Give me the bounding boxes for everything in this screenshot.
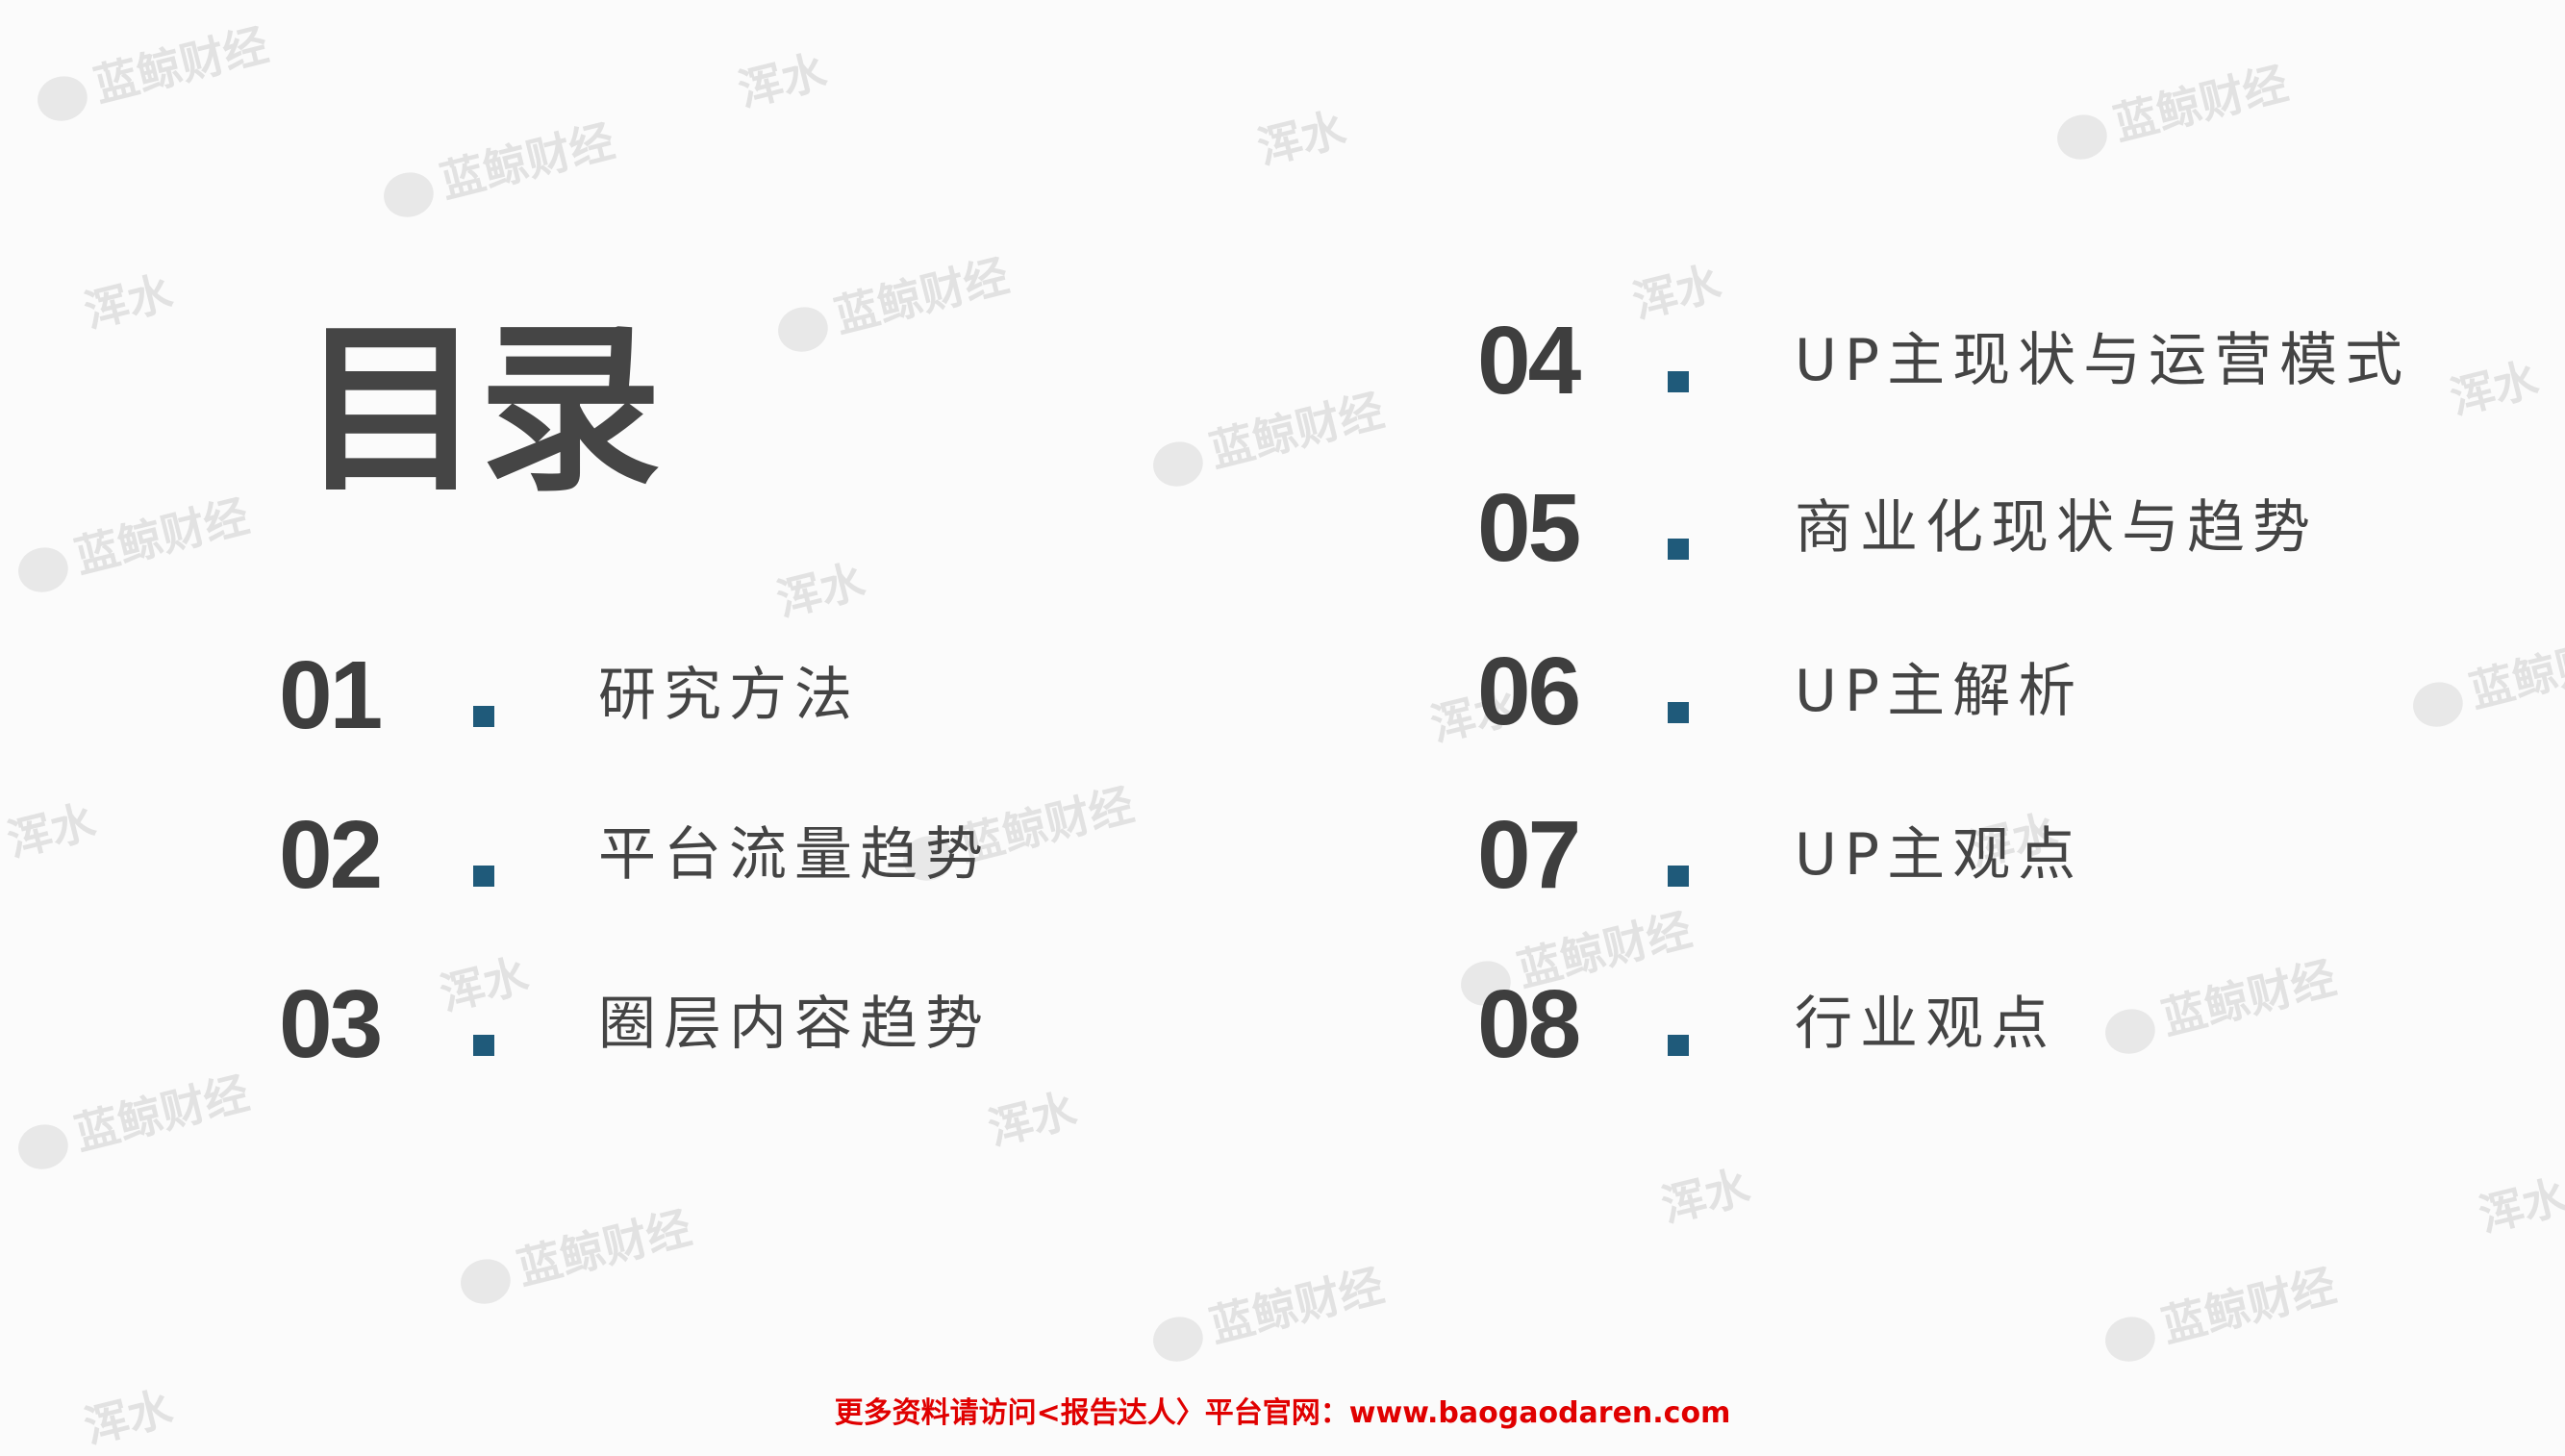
toc-label: 商业化现状与趋势 — [1795, 494, 2318, 562]
toc-item-07[interactable]: 07 UP主观点 — [1477, 802, 2535, 908]
toc-item-08[interactable]: 08 行业观点 — [1477, 971, 2535, 1077]
watermark: 浑水 — [2474, 1169, 2565, 1243]
watermark-logo-icon — [455, 1253, 516, 1309]
toc-item-06[interactable]: 06 UP主解析 — [1477, 639, 2535, 744]
toc-label: 平台流量趋势 — [598, 821, 991, 889]
toc-item-02[interactable]: 02 平台流量趋势 — [279, 802, 1010, 908]
watermark-logo-icon — [772, 301, 833, 357]
watermark: 浑水 — [1656, 1160, 1755, 1233]
toc-number: 02 — [279, 801, 383, 909]
footer-link[interactable]: 更多资料请访问<报告达人〉平台官网：www.baogaodaren.com — [0, 1389, 2565, 1431]
watermark: 浑水 — [2, 794, 101, 867]
watermark-logo-icon — [13, 541, 73, 597]
watermark: 蓝鲸财经 — [375, 106, 620, 225]
watermark-logo-icon — [2100, 1311, 2160, 1367]
accent-square-icon — [473, 706, 494, 727]
toc-number: 03 — [279, 970, 383, 1078]
watermark: 蓝鲸财经 — [10, 1058, 255, 1177]
watermark: 蓝鲸财经 — [769, 240, 1015, 360]
toc-number: 01 — [279, 641, 383, 749]
watermark: 浑水 — [79, 265, 178, 339]
toc-number: 08 — [1477, 970, 1581, 1078]
watermark: 蓝鲸财经 — [2049, 48, 2294, 167]
toc-label: UP主现状与运营模式 — [1795, 327, 2411, 394]
toc-label: 圈层内容趋势 — [598, 991, 991, 1058]
watermark: 蓝鲸财经 — [1144, 1250, 1390, 1369]
toc-label: UP主观点 — [1795, 821, 2084, 889]
accent-square-icon — [1668, 702, 1689, 723]
watermark-logo-icon — [13, 1118, 73, 1174]
toc-item-05[interactable]: 05 商业化现状与趋势 — [1477, 475, 2535, 581]
watermark-logo-icon — [2051, 109, 2112, 164]
watermark: 浑水 — [1252, 102, 1351, 175]
watermark: 蓝鲸财经 — [29, 10, 274, 129]
toc-item-04[interactable]: 04 UP主现状与运营模式 — [1477, 308, 2535, 414]
watermark-logo-icon — [1147, 1311, 1208, 1367]
watermark: 蓝鲸财经 — [2097, 1250, 2342, 1369]
toc-label: 研究方法 — [598, 662, 860, 729]
watermark: 浑水 — [771, 554, 870, 627]
watermark: 蓝鲸财经 — [452, 1192, 697, 1312]
toc-label: UP主解析 — [1795, 658, 2084, 725]
accent-square-icon — [473, 1035, 494, 1056]
toc-number: 04 — [1477, 307, 1581, 414]
watermark: 蓝鲸财经 — [10, 481, 255, 600]
watermark: 蓝鲸财经 — [1144, 375, 1390, 494]
accent-square-icon — [1668, 539, 1689, 560]
toc-number: 06 — [1477, 638, 1581, 745]
page-title: 目录 — [300, 304, 662, 516]
accent-square-icon — [1668, 1035, 1689, 1056]
watermark: 浑水 — [983, 1083, 1082, 1156]
watermark: 浑水 — [733, 44, 832, 117]
accent-square-icon — [1668, 866, 1689, 887]
toc-item-03[interactable]: 03 圈层内容趋势 — [279, 971, 1010, 1077]
toc-item-01[interactable]: 01 研究方法 — [279, 642, 1010, 748]
toc-number: 05 — [1477, 474, 1581, 582]
watermark-logo-icon — [32, 70, 92, 126]
toc-label: 行业观点 — [1795, 991, 2056, 1058]
accent-square-icon — [1668, 371, 1689, 392]
accent-square-icon — [473, 866, 494, 887]
watermark-logo-icon — [378, 166, 439, 222]
watermark-logo-icon — [1147, 436, 1208, 491]
toc-number: 07 — [1477, 801, 1581, 909]
